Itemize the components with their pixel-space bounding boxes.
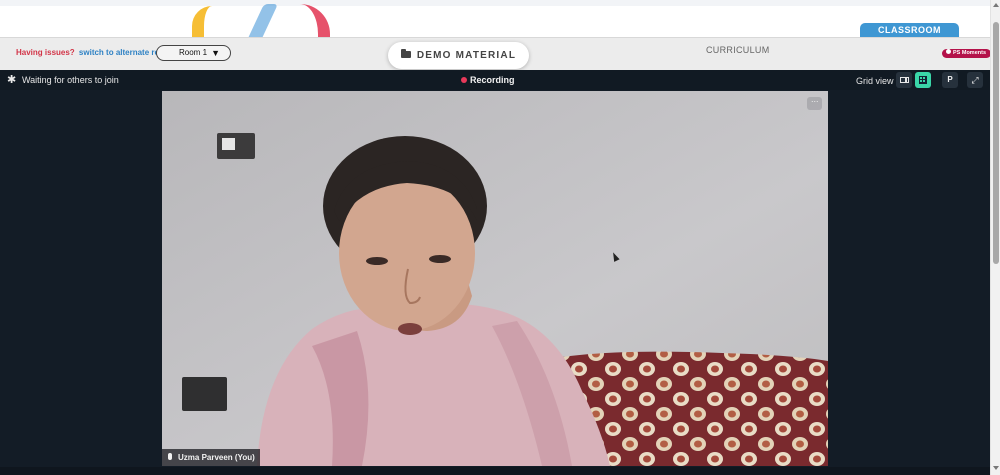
video-call-area: ✱ Waiting for others to join Recording G…	[0, 70, 990, 475]
scroll-down-arrow-icon[interactable]	[993, 466, 999, 470]
demo-material-button[interactable]: DEMO MATERIAL	[388, 42, 529, 69]
video-frame	[162, 91, 828, 466]
classroom-tab-label: CLASSROOM	[878, 25, 941, 35]
participant-video-tile[interactable]: ··· Uzma Parveen (You)	[162, 91, 828, 466]
room-select-value: Room 1	[179, 48, 208, 57]
recording-label: Recording	[470, 75, 515, 85]
more-options-button[interactable]: ···	[807, 97, 822, 110]
demo-material-label: DEMO MATERIAL	[416, 50, 517, 61]
page-scrollbar[interactable]	[990, 0, 1000, 475]
grid-view-icon	[919, 76, 927, 84]
room-select[interactable]: Room 1 ▼	[156, 45, 231, 61]
gear-icon[interactable]: ✱	[7, 75, 17, 86]
scrollbar-thumb[interactable]	[993, 22, 999, 264]
browser-top-strip	[0, 0, 990, 6]
ps-moments-badge[interactable]: PS Moments	[942, 49, 992, 58]
grid-view-button[interactable]	[915, 72, 931, 88]
sidebar-view-button[interactable]	[896, 72, 912, 88]
classroom-tab[interactable]: CLASSROOM	[860, 23, 959, 43]
microphone-icon	[168, 453, 172, 460]
classroom-navbar: Having issues? switch to alternate room …	[0, 37, 992, 70]
call-status: Waiting for others to join	[22, 75, 119, 85]
call-controls-bar	[0, 467, 990, 475]
more-options-icon: ···	[810, 96, 819, 106]
fullscreen-button[interactable]: ⤢	[967, 72, 983, 88]
recording-indicator: Recording	[461, 75, 515, 85]
wall-socket	[182, 377, 227, 411]
folder-icon	[400, 49, 411, 58]
view-mode-label: Grid view	[856, 76, 894, 86]
ps-moments-icon	[946, 49, 951, 54]
issues-notice: Having issues? switch to alternate room	[16, 48, 171, 57]
scroll-up-arrow-icon[interactable]	[993, 3, 999, 7]
sidebar-view-icon	[900, 77, 909, 83]
participant-name: Uzma Parveen (You)	[178, 453, 255, 462]
ps-moments-label: PS Moments	[953, 50, 987, 56]
dropdown-caret-icon: ▼	[211, 48, 220, 58]
participant-name-tag: Uzma Parveen (You)	[162, 449, 260, 466]
participants-button[interactable]: P	[942, 72, 958, 88]
issues-prefix: Having issues?	[16, 48, 75, 57]
recording-dot-icon	[461, 77, 467, 83]
top-header: CLASSROOM Having issues? switch to alter…	[0, 0, 992, 70]
call-header: ✱ Waiting for others to join Recording G…	[0, 70, 990, 90]
fullscreen-icon: ⤢	[971, 75, 979, 85]
curriculum-tab[interactable]: CURRICULUM	[706, 45, 770, 55]
